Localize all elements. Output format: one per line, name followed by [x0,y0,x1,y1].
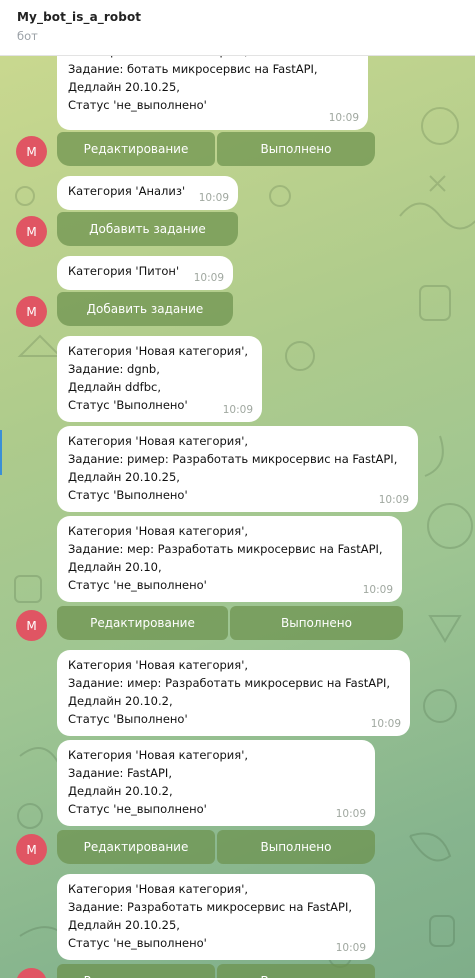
message-text-line: Статус 'не_выполнено' [68,578,207,592]
bot-avatar[interactable]: M [16,296,47,327]
inline-keyboard: РедактированиеВыполнено [57,606,403,640]
edit-button[interactable]: Редактирование [57,606,228,640]
message-items: Категория 'Новая категория', Задание: бот… [0,0,475,978]
chat-title: My_bot_is_a_robot [17,10,142,24]
bot-avatar[interactable]: M [16,610,47,641]
message-bubble[interactable]: Категория 'Новая категория', Задание: рим… [57,426,418,512]
message-bubble[interactable]: Категория 'Новая категория', Задание: Fas… [57,740,375,826]
message-text-line: Дедлайн ddfbc, [68,380,161,394]
message-text-line: Задание: Разработать микросервис на Fast… [68,900,353,914]
message-time: 10:09 [362,584,393,596]
bot-avatar[interactable]: M [16,834,47,865]
message-text-line: Задание: dgnb, [68,362,160,376]
message-text-line: Категория 'Новая категория', [68,658,249,672]
message-bubble[interactable]: Категория 'Анализ' 10:09 [57,176,238,210]
message-text-line: Дедлайн 20.10.2, [68,694,173,708]
message-bubble[interactable]: Категория 'Новая категория', Задание: мер… [57,516,402,602]
mark-done-button[interactable]: Выполнено [217,132,375,166]
message-text-line: Дедлайн 20.10.25, [68,470,180,484]
message-text-line: Категория 'Новая категория', [68,344,249,358]
edit-button[interactable]: Редактирование [57,830,215,864]
message-time: 10:09 [328,112,359,124]
message-text-line: Статус 'Выполнено' [68,488,188,502]
edit-button[interactable]: Редактирование [57,132,215,166]
message-bubble[interactable]: Категория 'Новая категория', Задание: dgn… [57,336,262,422]
message-text-line: Статус 'не_выполнено' [68,936,207,950]
message-text-line: Дедлайн 20.10.25, [68,80,180,94]
message-bubble[interactable]: Категория 'Новая категория', Задание: Раз… [57,874,375,960]
inline-keyboard: Добавить задание [57,212,238,246]
message-text-line: Задание: FastAPI, [68,766,172,780]
add-task-button[interactable]: Добавить задание [57,292,233,326]
message-text-line: Дедлайн 20.10.2, [68,784,173,798]
bot-avatar[interactable]: M [16,968,47,978]
chat-subtitle: бот [17,29,38,43]
message-text-line: Статус 'Выполнено' [68,712,188,726]
add-task-button[interactable]: Добавить задание [57,212,238,246]
message-text-line: Задание: мер: Разработать микросервис на… [68,542,383,556]
message-bubble[interactable]: Категория 'Новая категория', Задание: име… [57,650,410,736]
mark-done-button[interactable]: Выполнено [217,830,375,864]
message-text-line: Дедлайн 20.10.25, [68,918,180,932]
message-time: 10:09 [335,808,366,820]
message-text-line: Дедлайн 20.10, [68,560,162,574]
inline-keyboard: РедактированиеВыполнено [57,132,375,166]
inline-keyboard: РедактированиеВыполнено [57,830,375,864]
message-time: 10:09 [222,404,253,416]
message-time: 10:09 [370,718,401,730]
selection-edge-marker [0,430,2,475]
edit-button[interactable]: Редактирование [57,964,215,978]
message-text-line: Задание: имер: Разработать микросервис н… [68,676,391,690]
message-text-line: Статус 'не_выполнено' [68,98,207,112]
mark-done-button[interactable]: Выполнено [217,964,375,978]
bot-avatar[interactable]: M [16,136,47,167]
message-time: 10:09 [335,942,366,954]
message-text-line: Категория 'Новая категория', [68,524,249,538]
message-text-line: Категория 'Новая категория', [68,434,249,448]
message-bubble[interactable]: Категория 'Питон' 10:09 [57,256,233,290]
mark-done-button[interactable]: Выполнено [230,606,403,640]
message-time: 10:09 [198,192,229,204]
message-text-line: Статус 'не_выполнено' [68,802,207,816]
message-text-line: Категория 'Новая категория', [68,882,249,896]
inline-keyboard: РедактированиеВыполнено [57,964,375,978]
message-time: 10:09 [378,494,409,506]
message-text-line: Категория 'Новая категория', [68,748,249,762]
message-time: 10:09 [193,272,224,284]
bot-avatar[interactable]: M [16,216,47,247]
message-text-line: Задание: ботать микросервис на FastAPI, [68,62,318,76]
chat-header[interactable]: My_bot_is_a_robot бот [0,0,475,56]
inline-keyboard: Добавить задание [57,292,233,326]
message-text-line: Задание: ример: Разработать микросервис … [68,452,398,466]
